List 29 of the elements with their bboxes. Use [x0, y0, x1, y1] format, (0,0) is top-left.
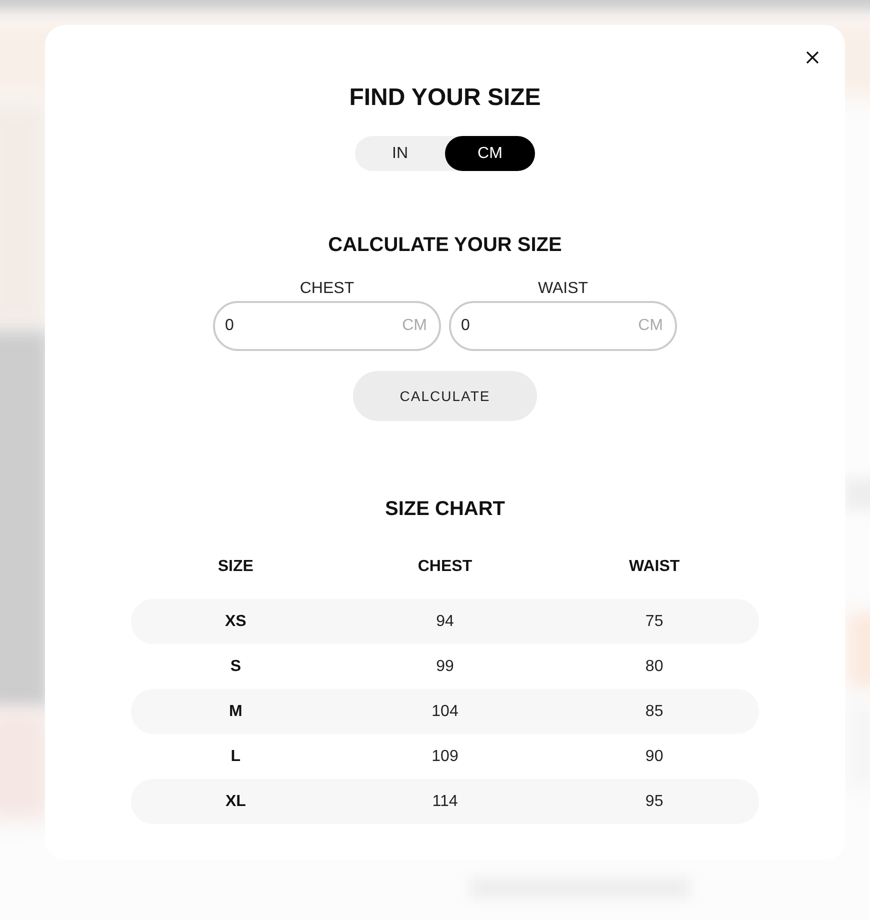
column-header: WAIST	[628, 557, 680, 577]
table-cell: XL	[225, 792, 246, 812]
calculate-button[interactable]: CALCULATE	[353, 371, 537, 421]
table-cell: XS	[224, 612, 246, 632]
table-cell: 104	[432, 702, 458, 722]
field-label: WAIST	[538, 279, 588, 299]
close-icon	[806, 50, 818, 64]
table-cell: 94	[436, 612, 454, 632]
unit-label: CM	[402, 317, 427, 335]
table-cell: 95	[645, 792, 664, 812]
dialog-title: FIND YOUR SIZE	[349, 84, 541, 112]
table-cell: 85	[645, 702, 664, 722]
column-header: CHEST	[418, 557, 472, 577]
table-cell: 99	[436, 656, 454, 676]
table-cell: M	[229, 702, 242, 722]
section-title: SIZE CHART	[385, 497, 505, 521]
table-cell: 75	[645, 612, 664, 632]
table-cell: S	[230, 656, 241, 676]
table-cell: 90	[645, 746, 664, 766]
column-header: SIZE	[218, 557, 254, 577]
table-cell: L	[230, 746, 241, 766]
unit-option[interactable]: IN	[355, 136, 445, 171]
unit-option[interactable]: CM	[445, 136, 535, 171]
unit-label: CM	[638, 317, 663, 335]
table-cell: 109	[432, 746, 458, 766]
table-cell: 114	[432, 792, 458, 812]
table-cell: 80	[645, 656, 664, 676]
field-label: CHEST	[300, 279, 354, 299]
section-title: CALCULATE YOUR SIZE	[328, 233, 562, 257]
